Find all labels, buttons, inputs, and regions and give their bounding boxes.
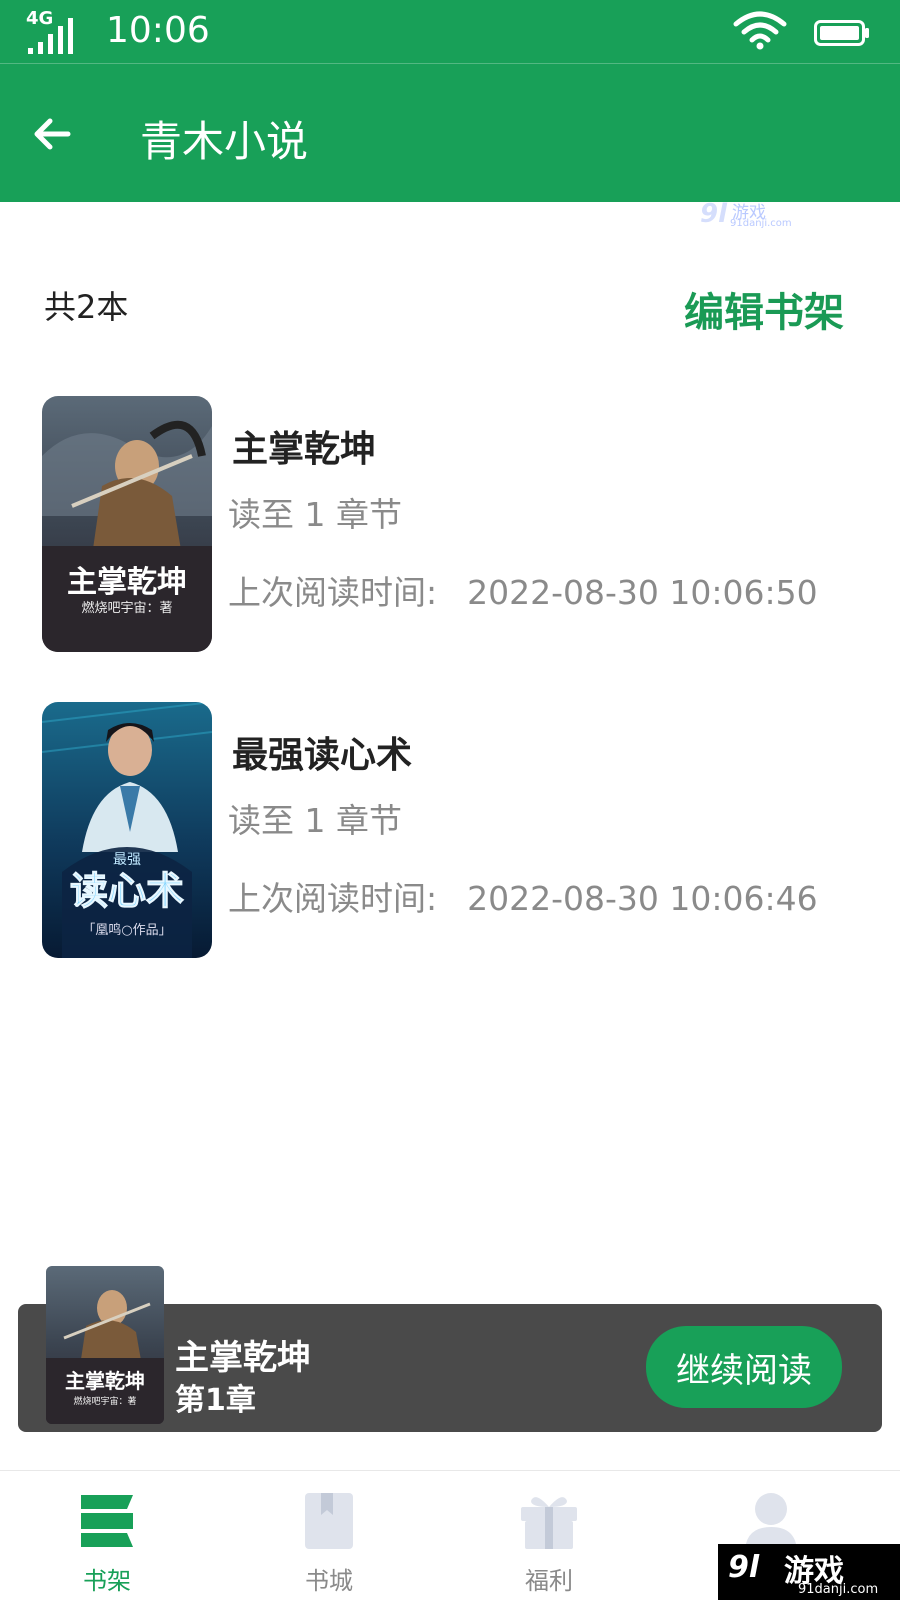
- bookmark-book-icon: [305, 1493, 353, 1549]
- gift-icon: [521, 1497, 577, 1549]
- watermark-bottom-sub: 91danji.com: [798, 1582, 879, 1597]
- last-read-time: 上次阅读时间: 2022-08-30 10:06:46: [228, 872, 818, 920]
- cover-small-text: 最强: [113, 852, 141, 868]
- cover-title-text: 读心术: [70, 869, 184, 913]
- cover-title-text: 主掌乾坤: [67, 565, 187, 600]
- wifi-icon: [733, 11, 787, 50]
- page-title: 青木小说: [140, 117, 309, 166]
- reading-progress: 读至 1 章节: [228, 801, 402, 840]
- edit-shelf-button[interactable]: 编辑书架: [684, 280, 844, 338]
- tab-label: 福利: [525, 1567, 573, 1595]
- tab-welfare[interactable]: 福利: [474, 1471, 624, 1600]
- last-read-label: 上次阅读时间:: [228, 573, 438, 612]
- tab-bookshelf[interactable]: 书架: [32, 1471, 182, 1600]
- book-item[interactable]: 主掌乾坤 燃烧吧宇宙：著 主掌乾坤 读至 1 章节 上次阅读时间: 2022-08…: [42, 396, 872, 652]
- svg-text:9l: 9l: [700, 199, 728, 229]
- last-read-value: 2022-08-30 10:06:46: [467, 879, 818, 918]
- book-count: 共2本: [44, 288, 129, 326]
- continue-reading-chapter: 第1章: [175, 1383, 256, 1418]
- tab-label: 书架: [83, 1567, 131, 1595]
- watermark-top: 9l 游戏 91danji.com: [700, 198, 800, 232]
- last-read-time: 上次阅读时间: 2022-08-30 10:06:50: [228, 566, 818, 614]
- reading-progress: 读至 1 章节: [228, 495, 402, 534]
- continue-reading-button[interactable]: 继续阅读: [646, 1326, 842, 1408]
- watermark-bottom-logo: 9l: [728, 1550, 760, 1585]
- status-time: 10:06: [106, 10, 210, 51]
- last-read-label: 上次阅读时间:: [228, 879, 438, 918]
- mini-cover-author-text: 燃烧吧宇宙：著: [73, 1395, 136, 1407]
- watermark-top-sub: 91danji.com: [730, 218, 792, 229]
- watermark-bottom: 9l 游戏 91danji.com: [718, 1544, 900, 1600]
- mini-cover-title-text: 主掌乾坤: [65, 1369, 145, 1393]
- book-item[interactable]: 最强 读心术 「凰鸣○作品」 最强读心术 读至 1 章节 上次阅读时间: 2022…: [42, 702, 872, 958]
- continue-reading-cover: 主掌乾坤 燃烧吧宇宙：著: [46, 1266, 164, 1424]
- app-header: 4G 10:06 青木小说: [0, 0, 900, 202]
- book-cover: 主掌乾坤 燃烧吧宇宙：著: [42, 396, 212, 652]
- battery-icon: [814, 20, 869, 46]
- cover-author-text: 「凰鸣○作品」: [82, 922, 171, 938]
- book-title: 最强读心术: [232, 735, 413, 776]
- tab-label: 书城: [305, 1567, 353, 1595]
- back-arrow-icon[interactable]: [30, 112, 74, 156]
- book-cover: 最强 读心术 「凰鸣○作品」: [42, 702, 212, 958]
- last-read-value: 2022-08-30 10:06:50: [467, 573, 818, 612]
- status-bar: 4G 10:06: [0, 0, 900, 64]
- bookshelf-icon: [81, 1495, 133, 1547]
- book-title: 主掌乾坤: [232, 429, 377, 470]
- signal-icon: [28, 18, 73, 54]
- continue-reading-title: 主掌乾坤: [175, 1338, 311, 1378]
- cover-author-text: 燃烧吧宇宙：著: [81, 600, 172, 616]
- tab-bookstore[interactable]: 书城: [254, 1471, 404, 1600]
